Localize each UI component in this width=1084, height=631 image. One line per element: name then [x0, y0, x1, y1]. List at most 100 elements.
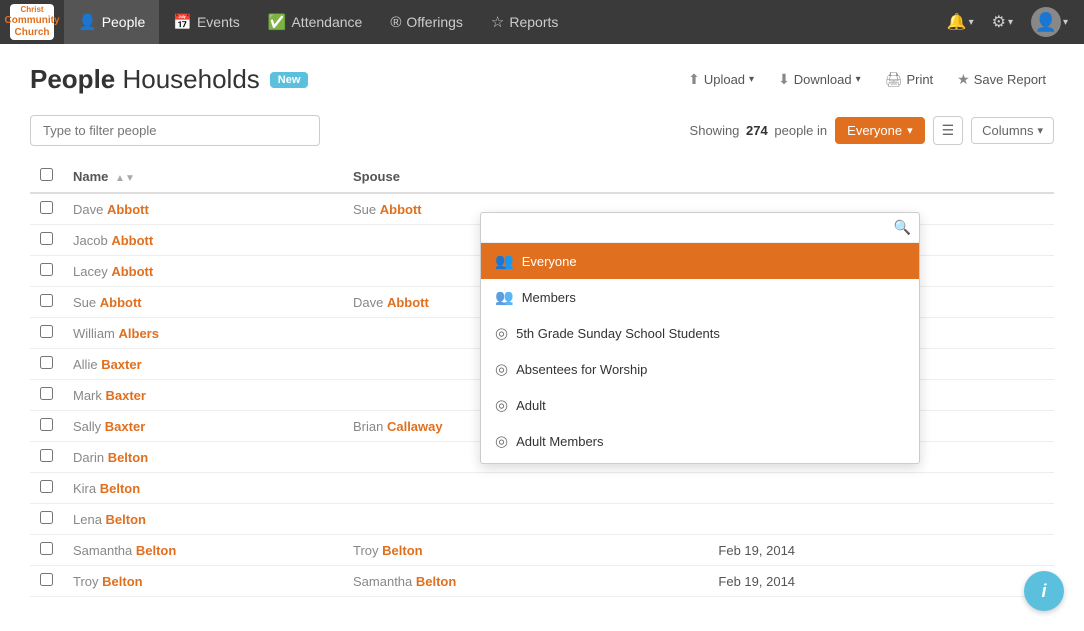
person-name-link[interactable]: Allie Baxter	[73, 357, 142, 372]
spouse-name-link[interactable]: Dave Abbott	[353, 295, 429, 310]
row-checkbox[interactable]	[40, 387, 53, 400]
row-checkbox[interactable]	[40, 325, 53, 338]
spouse-first-name: Sue	[353, 202, 380, 217]
nav-item-events[interactable]: 📅 Events	[159, 0, 254, 44]
person-name-link[interactable]: Mark Baxter	[73, 388, 146, 403]
row-checkbox[interactable]	[40, 542, 53, 555]
row-checkbox-cell	[30, 566, 63, 597]
members-icon: 👥	[495, 288, 514, 306]
nav-item-reports[interactable]: ☆ Reports	[477, 0, 572, 44]
row-checkbox[interactable]	[40, 511, 53, 524]
logo[interactable]: Christ Community Church	[10, 4, 54, 40]
spouse-name-link[interactable]: Brian Callaway	[353, 419, 443, 434]
person-name-link[interactable]: Lacey Abbott	[73, 264, 153, 279]
person-first-name: Kira	[73, 481, 100, 496]
person-name-link[interactable]: Samantha Belton	[73, 543, 176, 558]
row-name-cell: Darin Belton	[63, 442, 343, 473]
row-checkbox[interactable]	[40, 480, 53, 493]
table-row: Samantha Belton Troy Belton Feb 19, 2014	[30, 535, 1054, 566]
notifications-button[interactable]: 🔔▾	[941, 8, 980, 36]
select-all-header	[30, 160, 63, 193]
page-title: People Households	[30, 64, 260, 95]
row-checkbox[interactable]	[40, 201, 53, 214]
person-name-link[interactable]: Sue Abbott	[73, 295, 142, 310]
spouse-name-link[interactable]: Troy Belton	[353, 543, 423, 558]
row-checkbox-cell	[30, 287, 63, 318]
settings-button[interactable]: ⚙▾	[986, 8, 1019, 36]
row-checkbox[interactable]	[40, 418, 53, 431]
save-report-button[interactable]: ★ Save Report	[949, 66, 1054, 93]
dropdown-item-adult_members[interactable]: ◎ Adult Members	[481, 423, 919, 459]
person-name-link[interactable]: William Albers	[73, 326, 159, 341]
search-input[interactable]	[30, 115, 320, 146]
dropdown-item-absentees[interactable]: ◎ Absentees for Worship	[481, 351, 919, 387]
nav-items: 👤 People 📅 Events ✅ Attendance ® Offerin…	[64, 0, 941, 44]
person-name: William Albers	[73, 326, 159, 341]
row-checkbox[interactable]	[40, 294, 53, 307]
adult_members-icon: ◎	[495, 432, 508, 450]
spouse-name-link[interactable]: Sue Abbott	[353, 202, 422, 217]
row-extra-cell	[995, 193, 1054, 225]
person-last-name: Abbott	[107, 202, 149, 217]
top-nav: Christ Community Church 👤 People 📅 Event…	[0, 0, 1084, 44]
spouse-name-link[interactable]: Samantha Belton	[353, 574, 456, 589]
row-checkbox[interactable]	[40, 573, 53, 586]
download-button[interactable]: ⬇ Download ▾	[770, 66, 869, 93]
info-button[interactable]: i	[1024, 571, 1064, 611]
nav-item-offerings[interactable]: ® Offerings	[376, 0, 477, 44]
row-spouse-cell	[343, 473, 708, 504]
dropdown-item-5th_grade[interactable]: ◎ 5th Grade Sunday School Students	[481, 315, 919, 351]
table-row: Lena Belton	[30, 504, 1054, 535]
person-name-link[interactable]: Darin Belton	[73, 450, 148, 465]
spouse-name: Brian Callaway	[353, 419, 443, 434]
date-column-header	[708, 160, 994, 193]
row-extra-cell	[995, 380, 1054, 411]
dropdown-search-input[interactable]	[489, 220, 888, 235]
name-header-label: Name	[73, 169, 108, 184]
row-name-cell: Dave Abbott	[63, 193, 343, 225]
spouse-header-label: Spouse	[353, 169, 400, 184]
person-name-link[interactable]: Sally Baxter	[73, 419, 145, 434]
columns-button[interactable]: Columns ▾	[971, 117, 1054, 144]
everyone-dropdown-button[interactable]: Everyone ▾	[835, 117, 924, 144]
person-first-name: Darin	[73, 450, 108, 465]
person-name-link[interactable]: Troy Belton	[73, 574, 143, 589]
person-name-link[interactable]: Kira Belton	[73, 481, 140, 496]
view-toggle-button[interactable]: ☰	[933, 116, 964, 145]
dropdown-item-members[interactable]: 👥 Members	[481, 279, 919, 315]
dropdown-item-age_13_18[interactable]: ◎ Age Between 13-18	[481, 459, 919, 463]
name-column-header[interactable]: Name ▲▼	[63, 160, 343, 193]
person-name-link[interactable]: Dave Abbott	[73, 202, 149, 217]
person-first-name: Troy	[73, 574, 102, 589]
showing-suffix: people in	[774, 123, 827, 138]
person-last-name: Belton	[136, 543, 176, 558]
row-checkbox[interactable]	[40, 356, 53, 369]
new-badge[interactable]: New	[270, 72, 309, 88]
upload-button[interactable]: ⬆ Upload ▾	[680, 66, 762, 93]
table-row: Troy Belton Samantha Belton Feb 19, 2014	[30, 566, 1054, 597]
events-nav-icon: 📅	[173, 13, 192, 31]
print-button[interactable]: 🖨 Print	[877, 66, 942, 93]
person-last-name: Baxter	[105, 419, 145, 434]
person-last-name: Abbott	[111, 264, 153, 279]
avatar-button[interactable]: 👤 ▾	[1025, 3, 1074, 41]
row-checkbox[interactable]	[40, 263, 53, 276]
nav-item-people[interactable]: 👤 People	[64, 0, 159, 44]
row-checkbox-cell	[30, 473, 63, 504]
dropdown-item-adult[interactable]: ◎ Adult	[481, 387, 919, 423]
select-all-checkbox[interactable]	[40, 168, 53, 181]
row-checkbox-cell	[30, 442, 63, 473]
save-report-icon: ★	[957, 71, 970, 88]
upload-label: Upload	[704, 72, 745, 87]
person-name: Troy Belton	[73, 574, 143, 589]
person-name-link[interactable]: Jacob Abbott	[73, 233, 153, 248]
download-chevron-icon: ▾	[856, 74, 861, 85]
nav-item-attendance[interactable]: ✅ Attendance	[254, 0, 377, 44]
person-last-name: Belton	[108, 450, 148, 465]
row-checkbox[interactable]	[40, 449, 53, 462]
row-checkbox[interactable]	[40, 232, 53, 245]
person-name: Jacob Abbott	[73, 233, 153, 248]
nav-label-people: People	[102, 14, 146, 30]
person-name-link[interactable]: Lena Belton	[73, 512, 146, 527]
dropdown-item-everyone[interactable]: 👥 Everyone	[481, 243, 919, 279]
